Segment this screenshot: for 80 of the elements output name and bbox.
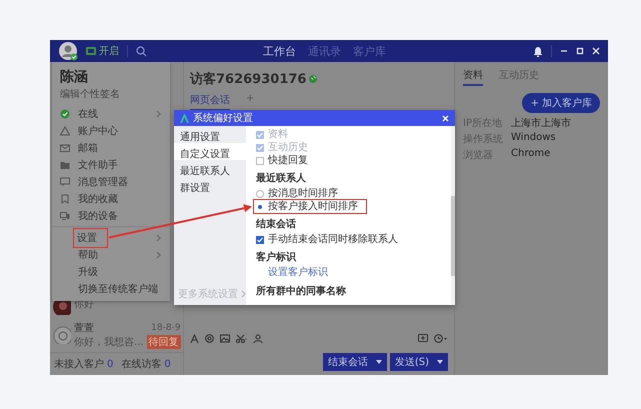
menu-item[interactable]: 我的设备 [52, 207, 170, 224]
field-value: Chrome [511, 148, 552, 161]
count-value: 0 [164, 359, 171, 370]
chat-tab[interactable]: + [246, 93, 254, 111]
settings-link[interactable]: 设置客户标识 [256, 266, 451, 280]
avatar-icon [53, 326, 71, 344]
menu-item-icon [60, 160, 70, 170]
menu-item[interactable]: 文件助手 [52, 156, 170, 173]
menu-item[interactable]: 账户中心 [52, 122, 170, 139]
nav-tab[interactable]: 客户库 [353, 44, 386, 58]
checkbox[interactable] [256, 156, 264, 164]
bell-icon[interactable] [533, 46, 543, 56]
menu-item-icon [60, 210, 70, 220]
menu-item-icon [60, 126, 70, 136]
menu-item[interactable]: 升级 [52, 263, 170, 280]
settings-nav-item[interactable]: 通用设置 [174, 126, 246, 143]
signature-link[interactable]: 编辑个性签名 [52, 86, 170, 105]
field-value: 上海市上海市 [511, 116, 572, 130]
option-label: 互动历史 [268, 141, 308, 154]
dialog-title: 系统偏好设置 [193, 112, 254, 125]
menu-item[interactable]: 邮箱 [52, 139, 170, 156]
count-value: 0 [107, 359, 114, 370]
search-icon[interactable] [136, 46, 147, 56]
option-label: 资料 [268, 128, 288, 141]
settings-nav-item[interactable]: 自定义设置 [174, 143, 246, 160]
option-label: 快捷回复 [268, 154, 308, 167]
caret-icon [437, 360, 443, 364]
checkbox-option[interactable]: 快捷回复 [256, 154, 308, 167]
section-heading: 客户标识 [256, 251, 298, 265]
caret-icon [376, 360, 382, 364]
close-icon[interactable] [592, 47, 600, 55]
checkbox[interactable] [256, 236, 264, 244]
menu-item-icon [60, 142, 70, 152]
scrollbar[interactable] [451, 126, 455, 305]
menu-item-icon [60, 194, 70, 204]
radio-option[interactable]: 按客户接入时间排序 [254, 200, 366, 213]
action-button[interactable]: 结束会话 [322, 353, 387, 371]
option-label: 按客户接入时间排序 [268, 200, 358, 213]
profile-name: 陈涵 [59, 68, 89, 86]
person-icon[interactable] [253, 334, 263, 343]
scissors-icon[interactable] [236, 334, 247, 343]
nav-tab[interactable]: 通讯录 [308, 44, 341, 58]
visitor-title: 访客7626930176 [190, 70, 306, 88]
image-icon[interactable] [220, 334, 230, 343]
section-heading: 所有群中的同事名称 [256, 285, 347, 299]
menu-item[interactable]: 我的收藏 [52, 190, 170, 207]
action-button[interactable]: 发送(S) [390, 353, 448, 371]
globe-icon [309, 75, 318, 83]
nav-tab[interactable]: 工作台 [263, 44, 296, 58]
status-label: 未接入客户 [54, 359, 104, 370]
menu-item[interactable]: 设置 [52, 229, 170, 246]
radio-button[interactable] [256, 190, 264, 198]
menu-item[interactable]: 消息管理器 [52, 173, 170, 190]
avatar-icon [58, 41, 78, 61]
maximize-icon[interactable] [576, 47, 584, 55]
logo-icon [180, 114, 189, 122]
status-badge: 待回复 [146, 335, 181, 349]
menu-item[interactable]: 帮助 [52, 246, 170, 263]
clock-icon[interactable] [434, 334, 448, 343]
status-label: 在线访客 [121, 359, 162, 370]
highlight-box: 设置 [73, 228, 108, 248]
quick-reply-icon[interactable] [418, 334, 428, 343]
chevron-icon [241, 290, 247, 298]
menu-item-icon [60, 176, 70, 186]
panel-tab[interactable]: 资料 [463, 68, 483, 86]
settings-nav-item[interactable]: 最近联系人 [174, 160, 246, 177]
section-heading: 最近联系人 [256, 172, 307, 186]
message-preview: 你好，我想咨... [74, 336, 144, 349]
section-heading: 结束会话 [256, 218, 297, 232]
add-customer-button[interactable]: + 加入客户库 [522, 93, 600, 113]
menu-item[interactable]: 切换至传统客户端 [52, 280, 170, 297]
font-icon[interactable] [190, 334, 199, 343]
toggle-icon [86, 47, 96, 55]
emoji-icon[interactable] [205, 334, 214, 343]
contact-name: 萱萱 [74, 322, 95, 335]
menu-item[interactable]: 在线 [52, 105, 170, 122]
settings-nav-item[interactable]: 群设置 [174, 177, 246, 194]
field-value: Windows [511, 132, 557, 145]
menu-item-icon [60, 108, 70, 118]
status-toggle[interactable]: 开启 [86, 44, 119, 58]
